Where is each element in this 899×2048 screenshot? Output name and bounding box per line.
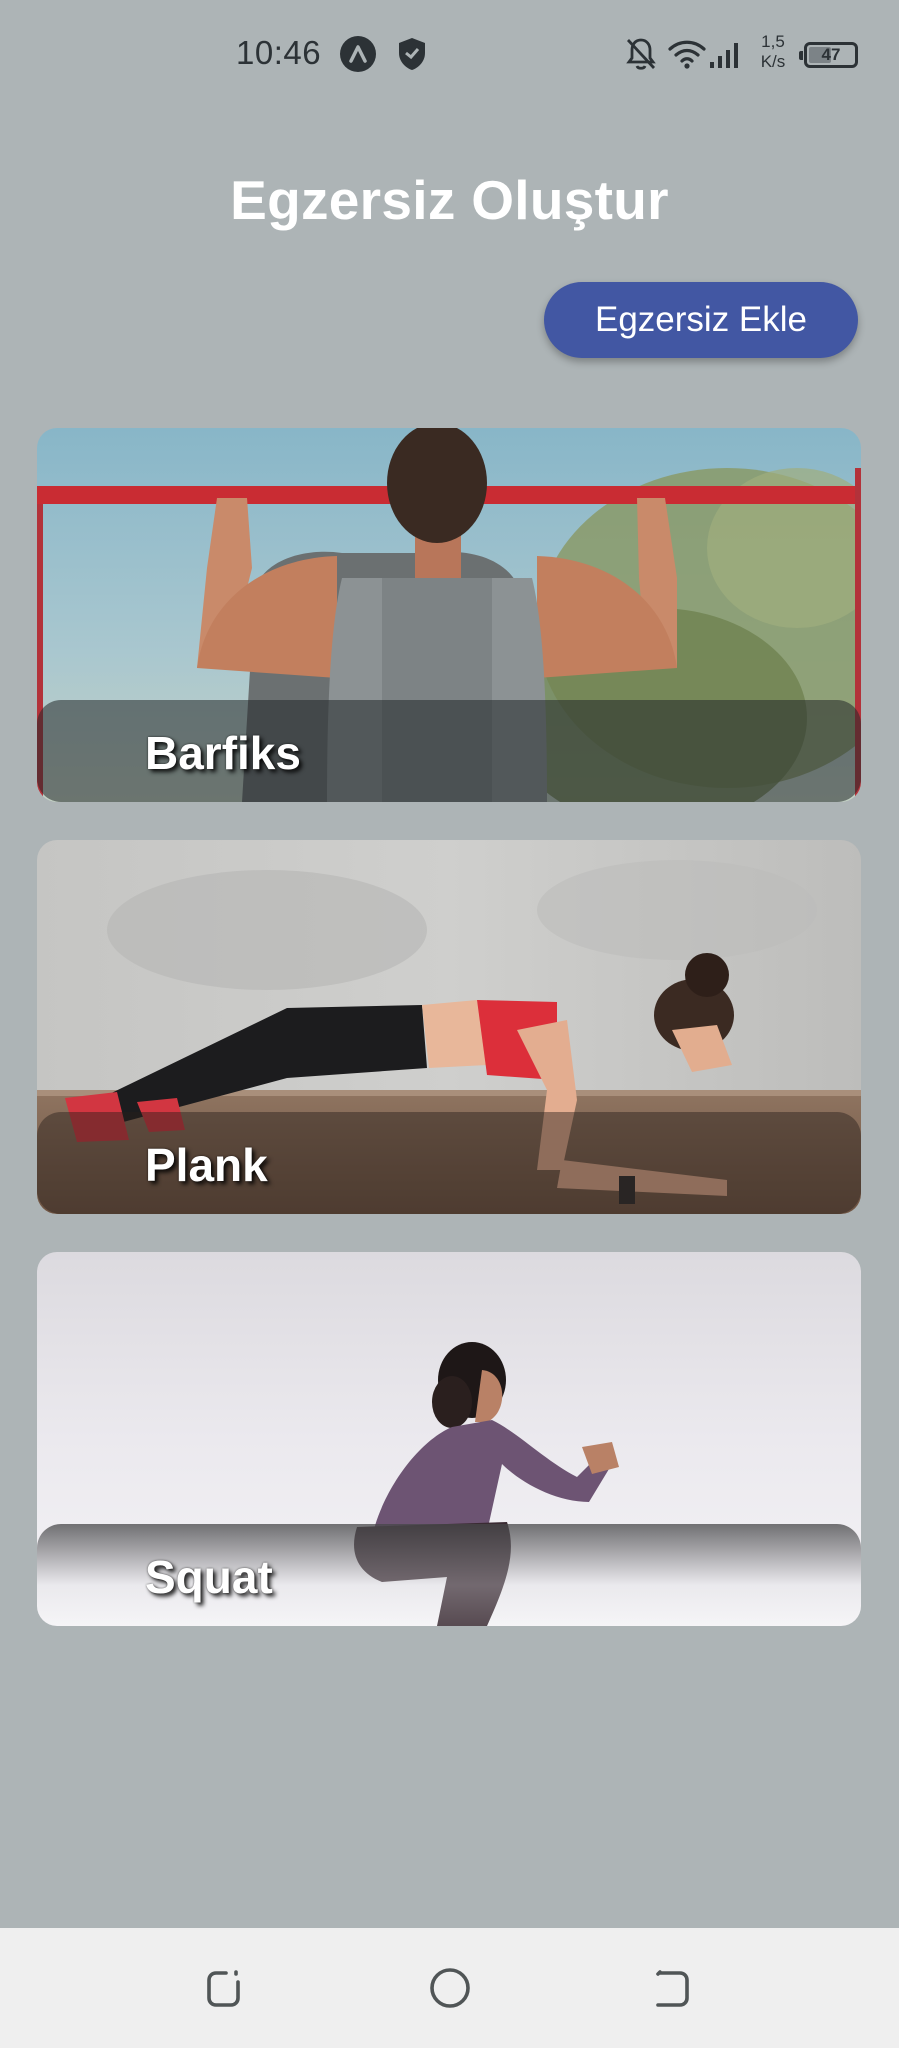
network-speed-unit: K/s bbox=[760, 52, 786, 71]
shield-icon bbox=[396, 36, 428, 72]
battery-percent: 47 bbox=[821, 45, 841, 64]
network-speed-value: 1,5 bbox=[761, 32, 785, 51]
home-icon[interactable] bbox=[424, 1962, 476, 2014]
back-icon[interactable] bbox=[646, 1962, 698, 2014]
add-exercise-button[interactable]: Egzersiz Ekle bbox=[544, 282, 858, 358]
app-a-icon bbox=[340, 36, 376, 72]
exercise-title: Barfiks bbox=[145, 727, 301, 779]
page-title: Egzersiz Oluştur bbox=[230, 169, 669, 231]
exercise-title: Plank bbox=[145, 1139, 268, 1191]
exercise-card-barfiks[interactable]: Barfiks bbox=[37, 428, 861, 802]
exercise-card-squat[interactable]: Squat bbox=[37, 1252, 861, 1626]
bell-off-icon bbox=[624, 36, 658, 72]
exercise-card-plank[interactable]: Plank bbox=[37, 840, 861, 1214]
battery-icon: 47 bbox=[799, 42, 858, 68]
status-time: 10:46 bbox=[236, 34, 322, 71]
exercise-title: Squat bbox=[145, 1551, 273, 1603]
recent-apps-icon[interactable] bbox=[198, 1962, 250, 2014]
network-speed: 1,5 K/s bbox=[752, 32, 794, 72]
status-bar: 10:46 1,5 K/s 47 bbox=[0, 0, 899, 110]
signal-icon bbox=[708, 40, 748, 70]
system-nav-bar bbox=[0, 1928, 899, 2048]
wifi-icon bbox=[668, 38, 706, 70]
